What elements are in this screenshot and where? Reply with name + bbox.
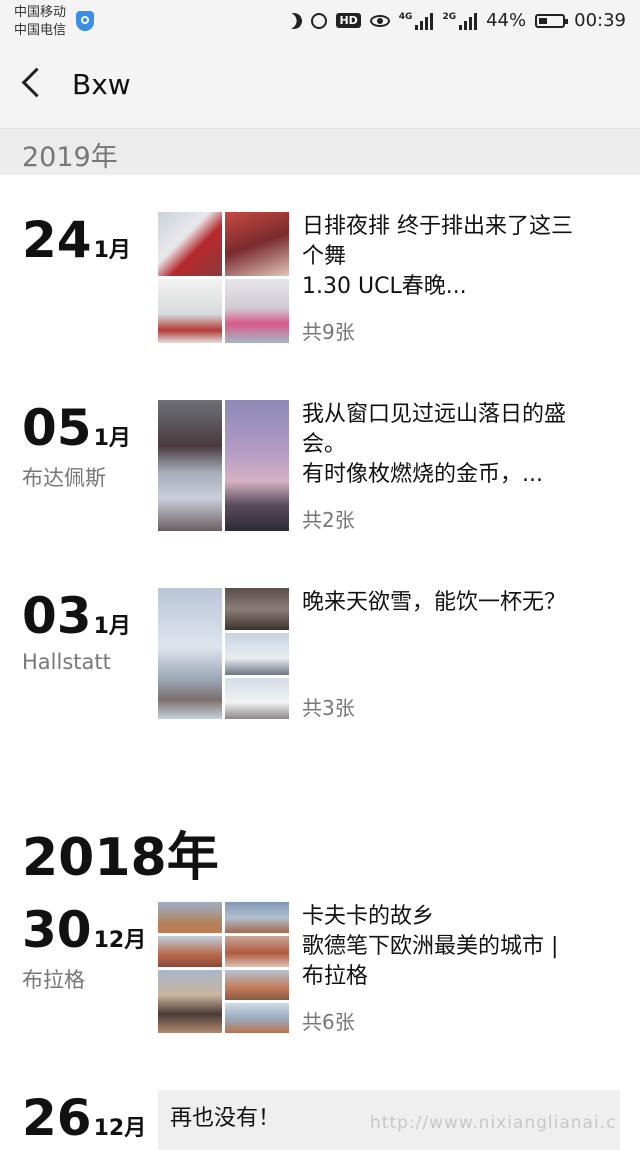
carrier-info: 中国移动 中国电信 — [14, 4, 66, 40]
entry-date: 031月 — [22, 588, 131, 644]
photo-thumbnail[interactable] — [225, 902, 289, 933]
clock: 00:39 — [574, 10, 626, 31]
back-arrow-icon[interactable] — [21, 67, 52, 98]
network-type-1: 4G — [398, 11, 413, 22]
carrier-2: 中国电信 — [14, 23, 67, 38]
photo-thumbnail[interactable] — [225, 1003, 289, 1033]
photo-thumbnail[interactable] — [158, 279, 222, 343]
entry-day: 30 — [22, 901, 92, 959]
entry-location: Hallstatt — [22, 650, 111, 674]
carrier-1: 中国移动 — [14, 5, 67, 20]
entry-caption: 晚来天欲雪，能饮一杯无？ — [302, 588, 622, 618]
photo-thumbnail[interactable] — [225, 212, 289, 276]
caption-line: 日排夜排 终于排出来了这三 — [302, 214, 573, 239]
entry-month: 1月 — [93, 426, 131, 451]
year-label: 2019年 — [22, 142, 118, 173]
watermark-text: http://www.nixianglianai.c — [370, 1113, 617, 1133]
caption-line: 个舞 — [302, 244, 347, 269]
caption-line: 会。 — [302, 432, 347, 457]
entry-day: 05 — [22, 399, 92, 457]
caption-line: 布拉格 — [302, 964, 369, 989]
entry-caption: 卡夫卡的故乡 歌德笔下欧洲最美的城市 | 布拉格 — [302, 902, 622, 992]
security-shield-icon — [76, 11, 94, 31]
entry-month: 1月 — [93, 238, 131, 263]
photo-count: 共9张 — [302, 320, 355, 344]
entry-month: 12月 — [93, 928, 147, 953]
photo-thumbnail[interactable] — [158, 400, 222, 531]
photo-thumbnail[interactable] — [225, 970, 289, 1000]
caption-line: 有时像枚燃烧的金币，... — [302, 462, 543, 487]
battery-icon — [535, 13, 569, 28]
entry-location: 布拉格 — [22, 968, 85, 992]
photo-thumbnail[interactable] — [158, 936, 222, 967]
entry-caption: 我从窗口见过远山落日的盛 会。 有时像枚燃烧的金币，... — [302, 400, 622, 490]
photo-thumbnail[interactable] — [225, 279, 289, 343]
page-title: Bxw — [72, 68, 131, 101]
signal-icon-2 — [459, 12, 478, 30]
photo-thumbnail[interactable] — [225, 633, 289, 675]
caption-line: 晚来天欲雪，能饮一杯无？ — [302, 590, 567, 615]
photo-grid[interactable] — [158, 588, 289, 719]
alarm-icon — [311, 12, 328, 29]
entry-caption: 日排夜排 终于排出来了这三 个舞 1.30 UCL春晚... — [302, 212, 622, 302]
entry-day: 24 — [22, 211, 92, 269]
photo-thumbnail[interactable] — [158, 970, 222, 1033]
photo-count: 共2张 — [302, 508, 355, 532]
battery-percent: 44% — [486, 10, 527, 31]
photo-grid[interactable] — [158, 212, 289, 343]
nav-header: Bxw — [0, 44, 640, 129]
network-type-2: 2G — [442, 11, 457, 22]
photo-count: 共3张 — [302, 696, 355, 720]
entry-date: 241月 — [22, 212, 131, 268]
entry-date: 051月 — [22, 400, 131, 456]
entry-location: 布达佩斯 — [22, 466, 106, 490]
photo-thumbnail[interactable] — [225, 936, 289, 967]
photo-thumbnail[interactable] — [225, 678, 289, 719]
entry-day: 26 — [22, 1089, 92, 1147]
caption-line: 卡夫卡的故乡 — [302, 904, 435, 929]
caption-line: 我从窗口见过远山落日的盛 — [302, 402, 567, 427]
do-not-disturb-icon — [284, 10, 305, 31]
year-header-2019: 2019年 — [0, 129, 640, 175]
eye-comfort-icon — [369, 14, 390, 27]
photo-thumbnail[interactable] — [225, 588, 289, 630]
status-bar: 中国移动 中国电信 HD 4G 2G 44% 00:39 — [0, 0, 640, 44]
entry-month: 12月 — [93, 1116, 147, 1141]
photo-grid[interactable] — [158, 400, 289, 531]
photo-thumbnail[interactable] — [158, 902, 222, 933]
hd-icon: HD — [336, 13, 361, 28]
photo-thumbnail[interactable] — [158, 588, 222, 719]
signal-icon — [415, 12, 434, 30]
caption-line: 1.30 UCL春晚... — [302, 274, 467, 299]
entry-date: 3012月 — [22, 902, 146, 958]
caption-line: 歌德笔下欧洲最美的城市 | — [302, 934, 559, 959]
photo-grid[interactable] — [158, 902, 289, 1033]
entry-month: 1月 — [93, 614, 131, 639]
photo-count: 共6张 — [302, 1010, 355, 1034]
entry-day: 03 — [22, 587, 92, 645]
text-post-content: 再也没有！ — [170, 1106, 281, 1131]
year-header-2018: 2018年 — [22, 828, 219, 888]
photo-thumbnail[interactable] — [225, 400, 289, 531]
photo-thumbnail[interactable] — [158, 212, 222, 276]
